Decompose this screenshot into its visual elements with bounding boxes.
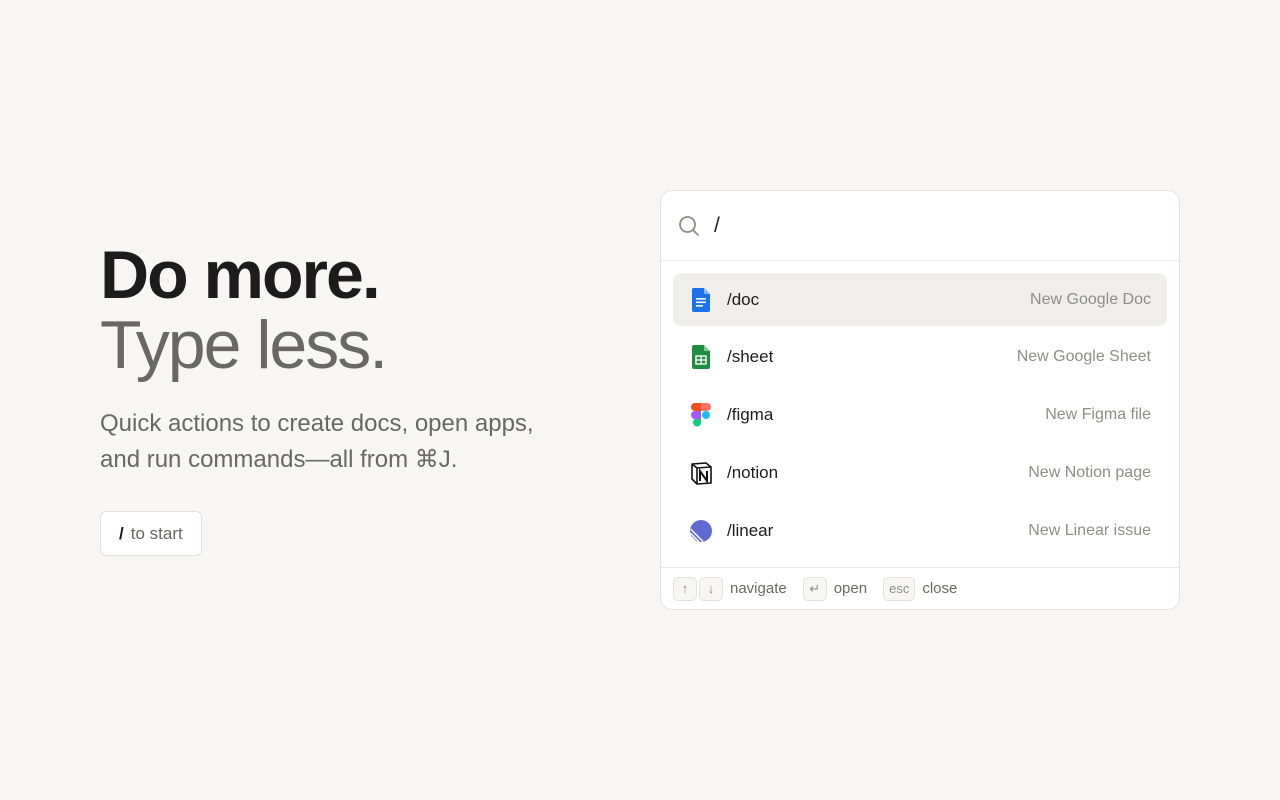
result-description: New Linear issue <box>1028 521 1151 539</box>
start-button[interactable]: / to start <box>100 511 202 556</box>
result-description: New Google Sheet <box>1016 348 1151 366</box>
result-sheet[interactable]: /sheet New Google Sheet <box>673 331 1167 384</box>
result-command: /notion <box>727 462 779 482</box>
open-hint: open <box>833 580 868 597</box>
result-command: /linear <box>727 520 774 540</box>
search-input[interactable] <box>714 213 1154 238</box>
result-linear[interactable]: /linear New Linear issue <box>673 504 1167 557</box>
result-command: /doc <box>727 289 760 309</box>
start-label: to start <box>130 523 183 543</box>
results-list: /doc New Google Doc /sheet New Google Sh… <box>661 261 1179 574</box>
palette-footer: ↑ ↓ navigate ↵ open esc close <box>661 567 1179 609</box>
hero-subtitle: Quick actions to create docs, open apps,… <box>100 410 534 473</box>
google-sheets-icon <box>689 345 713 370</box>
arrow-up-key: ↑ <box>673 576 697 601</box>
result-doc[interactable]: /doc New Google Doc <box>673 273 1167 326</box>
navigate-hint: navigate <box>730 580 787 597</box>
enter-key: ↵ <box>802 576 827 601</box>
result-description: New Figma file <box>1045 406 1151 423</box>
result-figma[interactable]: /figma New Figma file <box>673 389 1167 442</box>
result-notion[interactable]: /notion New Notion page <box>673 446 1167 499</box>
notion-icon <box>689 461 713 485</box>
command-palette: /doc New Google Doc /sheet New Google Sh… <box>660 190 1180 610</box>
result-command: /sheet <box>727 347 774 367</box>
hero-title: Do more. <box>100 237 381 313</box>
esc-key: esc <box>883 576 916 601</box>
figma-icon <box>689 403 713 427</box>
result-description: New Notion page <box>1028 463 1151 481</box>
arrow-down-key: ↓ <box>699 576 723 601</box>
hero-section: Do more. Type less. Quick actions to cre… <box>100 240 600 556</box>
close-hint: close <box>922 580 958 597</box>
linear-icon <box>689 519 713 543</box>
search-icon <box>677 214 701 238</box>
result-command: /figma <box>727 405 774 424</box>
google-docs-icon <box>689 287 713 312</box>
search-bar <box>661 191 1179 261</box>
result-description: New Google Doc <box>1030 290 1151 308</box>
hero-title-secondary: Type less. <box>100 307 388 383</box>
slash-key: / <box>119 523 124 543</box>
